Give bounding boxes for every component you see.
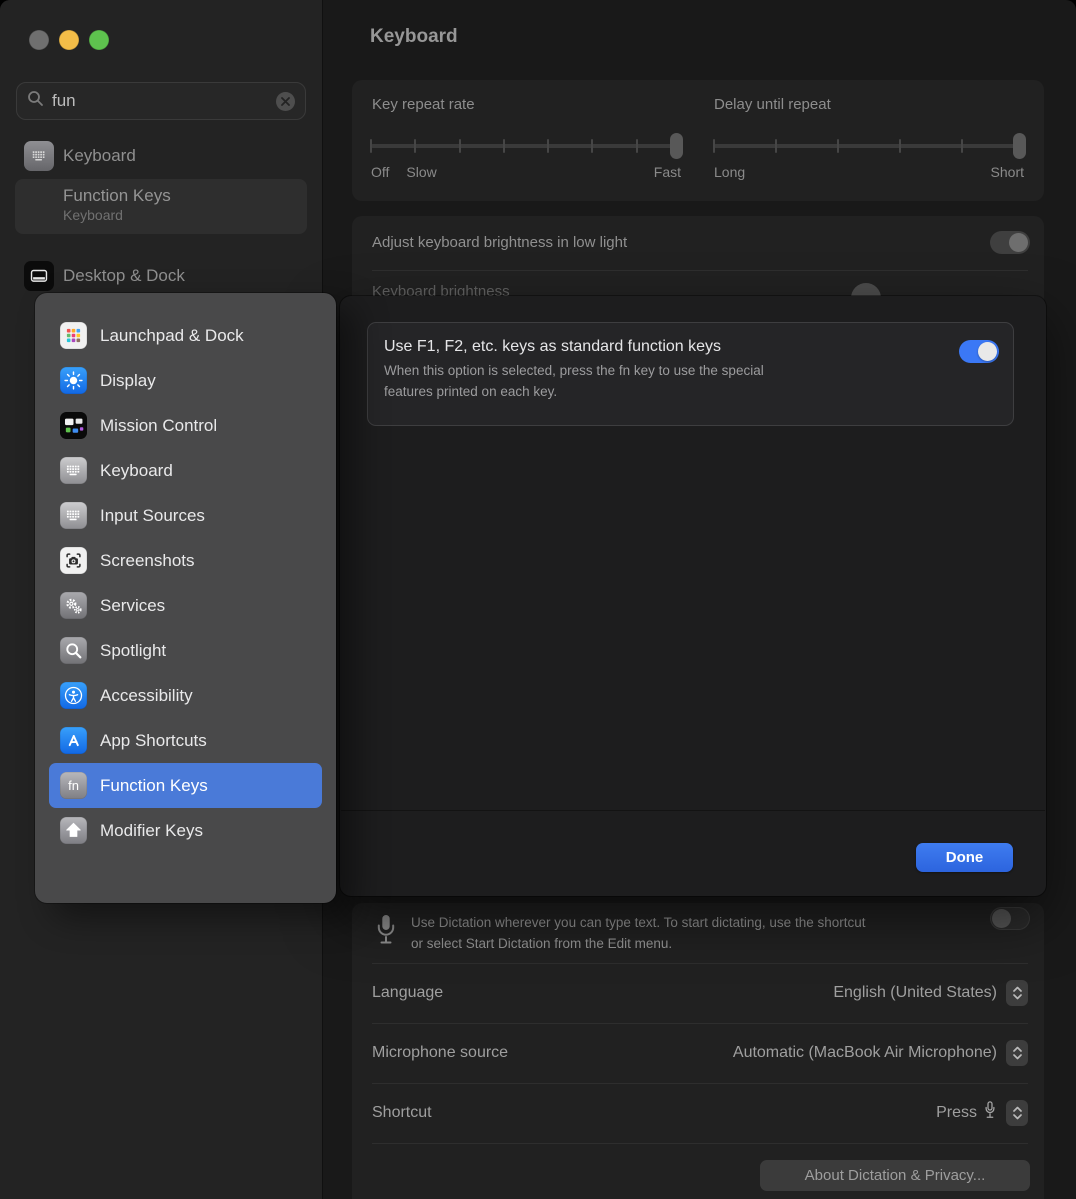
- sidebar-item-desktop-dock[interactable]: Desktop & Dock: [0, 261, 185, 291]
- option-title: Use F1, F2, etc. keys as standard functi…: [384, 338, 997, 356]
- microphone-icon: [983, 1100, 997, 1126]
- about-dictation-privacy-button[interactable]: About Dictation & Privacy...: [760, 1160, 1030, 1191]
- shortcut-label: Shortcut: [372, 1104, 432, 1122]
- language-stepper[interactable]: [1006, 980, 1028, 1006]
- function-keys-icon: fn: [60, 772, 87, 799]
- option-description: When this option is selected, press the …: [384, 361, 997, 402]
- result-title: Function Keys: [63, 186, 307, 206]
- shortcut-value: Press: [936, 1100, 997, 1126]
- search-result-function-keys[interactable]: Function Keys Keyboard: [15, 179, 307, 234]
- menu-item-accessibility[interactable]: Accessibility: [49, 673, 322, 718]
- menu-item-spotlight[interactable]: Spotlight: [49, 628, 322, 673]
- menu-item-app-shortcuts[interactable]: App Shortcuts: [49, 718, 322, 763]
- result-subtitle: Keyboard: [63, 207, 307, 223]
- menu-item-mission-control[interactable]: Mission Control: [49, 403, 322, 448]
- menu-item-input-sources[interactable]: Input Sources: [49, 493, 322, 538]
- mission-control-icon: [60, 412, 87, 439]
- menu-item-services[interactable]: Services: [49, 583, 322, 628]
- sidebar-item-keyboard[interactable]: Keyboard: [0, 141, 136, 171]
- menu-item-function-keys[interactable]: fn Function Keys: [49, 763, 322, 808]
- sidebar-item-label: Keyboard: [63, 146, 136, 166]
- menu-item-launchpad-dock[interactable]: Launchpad & Dock: [49, 313, 322, 358]
- microphone-icon: [373, 910, 399, 957]
- shortcut-stepper[interactable]: [1006, 1100, 1028, 1126]
- dictation-toggle[interactable]: [990, 907, 1030, 930]
- search-input[interactable]: [52, 91, 276, 111]
- search-results-menu: Launchpad & Dock Display Mission Control…: [35, 293, 336, 903]
- done-button[interactable]: Done: [916, 843, 1013, 872]
- sidebar-item-label: Desktop & Dock: [63, 266, 185, 286]
- launchpad-icon: [60, 322, 87, 349]
- close-button[interactable]: [29, 30, 49, 50]
- menu-item-modifier-keys[interactable]: Modifier Keys: [49, 808, 322, 853]
- desktop-dock-icon: [24, 261, 54, 291]
- dictation-description: Use Dictation wherever you can type text…: [411, 913, 986, 954]
- keyboard-icon: [24, 141, 54, 171]
- microphone-source-stepper[interactable]: [1006, 1040, 1028, 1066]
- search-field[interactable]: [16, 82, 306, 120]
- spotlight-icon: [60, 637, 87, 664]
- microphone-source-value: Automatic (MacBook Air Microphone): [733, 1044, 997, 1062]
- menu-item-display[interactable]: Display: [49, 358, 322, 403]
- microphone-source-label: Microphone source: [372, 1044, 508, 1062]
- search-icon: [27, 90, 44, 112]
- display-icon: [60, 367, 87, 394]
- menu-item-keyboard[interactable]: Keyboard: [49, 448, 322, 493]
- language-value: English (United States): [833, 984, 997, 1002]
- dictation-card: Use Dictation wherever you can type text…: [352, 903, 1044, 1199]
- system-settings-window: Keyboard Function Keys Keyboard Desktop …: [0, 0, 1076, 1199]
- input-sources-icon: [60, 502, 87, 529]
- services-icon: [60, 592, 87, 619]
- divider: [372, 1143, 1028, 1144]
- accessibility-icon: [60, 682, 87, 709]
- function-keys-option-box: Use F1, F2, etc. keys as standard functi…: [367, 322, 1014, 426]
- keyboard-icon: [60, 457, 87, 484]
- app-shortcuts-icon: [60, 727, 87, 754]
- zoom-button[interactable]: [89, 30, 109, 50]
- divider: [341, 810, 1045, 811]
- function-keys-toggle[interactable]: [959, 340, 999, 363]
- function-keys-sheet: Use F1, F2, etc. keys as standard functi…: [340, 296, 1046, 896]
- clear-icon[interactable]: [276, 92, 295, 111]
- modifier-keys-icon: [60, 817, 87, 844]
- minimize-button[interactable]: [59, 30, 79, 50]
- screenshots-icon: [60, 547, 87, 574]
- language-label: Language: [372, 984, 443, 1002]
- menu-item-screenshots[interactable]: Screenshots: [49, 538, 322, 583]
